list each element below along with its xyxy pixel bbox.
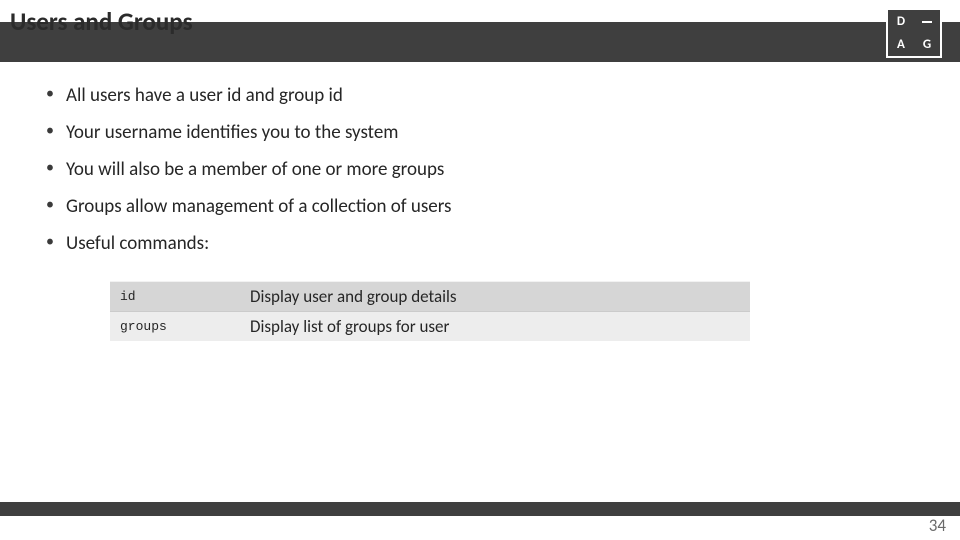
command-description: Display list of groups for user bbox=[240, 312, 750, 342]
command-description: Display user and group details bbox=[240, 282, 750, 312]
logo-letter-d: D bbox=[888, 10, 914, 33]
command-name: groups bbox=[110, 312, 240, 342]
bullet-list: All users have a user id and group id Yo… bbox=[44, 84, 916, 255]
page-title: Users and Groups bbox=[10, 6, 193, 37]
list-item: Useful commands: bbox=[44, 232, 916, 255]
commands-table: id Display user and group details groups… bbox=[110, 281, 750, 341]
logo-dash-icon bbox=[914, 10, 940, 33]
list-item: You will also be a member of one or more… bbox=[44, 158, 916, 181]
logo-letter-a: A bbox=[888, 33, 914, 56]
brand-logo: D A G bbox=[886, 8, 942, 58]
slide-content: All users have a user id and group id Yo… bbox=[44, 84, 916, 341]
footer-bar bbox=[0, 502, 960, 516]
logo-letter-g: G bbox=[914, 33, 940, 56]
list-item: Groups allow management of a collection … bbox=[44, 195, 916, 218]
list-item: All users have a user id and group id bbox=[44, 84, 916, 107]
page-number: 34 bbox=[929, 515, 946, 536]
table-row: id Display user and group details bbox=[110, 282, 750, 312]
command-name: id bbox=[110, 282, 240, 312]
list-item: Your username identifies you to the syst… bbox=[44, 121, 916, 144]
table-row: groups Display list of groups for user bbox=[110, 312, 750, 342]
